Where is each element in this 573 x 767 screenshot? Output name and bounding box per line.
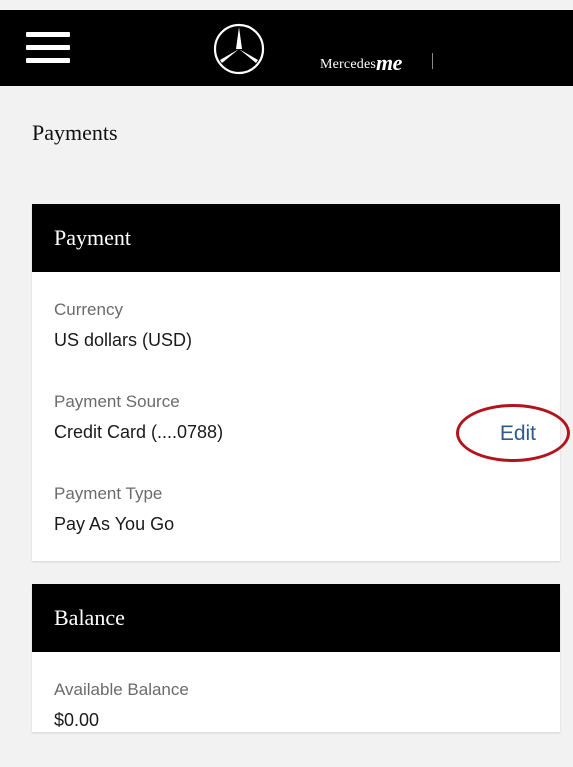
brand-text: Mercedes [320,57,377,72]
brand-wordmark: Mercedesme [320,50,402,76]
currency-field: Currency US dollars (USD) [54,300,192,350]
hamburger-icon[interactable] [26,32,70,64]
payment-card: Payment Currency US dollars (USD) Paymen… [32,204,560,561]
payment-type-value: Pay As You Go [54,514,175,534]
brand-me: me [376,50,402,75]
currency-label: Currency [54,300,123,319]
currency-value: US dollars (USD) [54,330,193,350]
available-balance-value: $0.00 [54,710,100,730]
payment-source-value: Credit Card (....0788) [54,422,224,442]
mercedes-star-icon[interactable] [212,22,266,76]
payment-source-field: Payment Source Credit Card (....0788) [54,392,223,442]
payment-type-label: Payment Type [54,484,163,503]
available-balance-label: Available Balance [54,680,189,699]
available-balance-field: Available Balance $0.00 [54,680,189,730]
page-title: Payments [32,120,118,145]
payment-card-title: Payment [32,204,560,272]
payment-type-field: Payment Type Pay As You Go [54,484,174,534]
edit-payment-source-link[interactable]: Edit [500,422,536,446]
balance-card-title: Balance [32,584,560,652]
balance-card: Balance Available Balance $0.00 [32,584,560,732]
top-bar: Mercedesme [0,10,573,86]
brand-divider [432,53,433,69]
payment-source-label: Payment Source [54,392,180,411]
